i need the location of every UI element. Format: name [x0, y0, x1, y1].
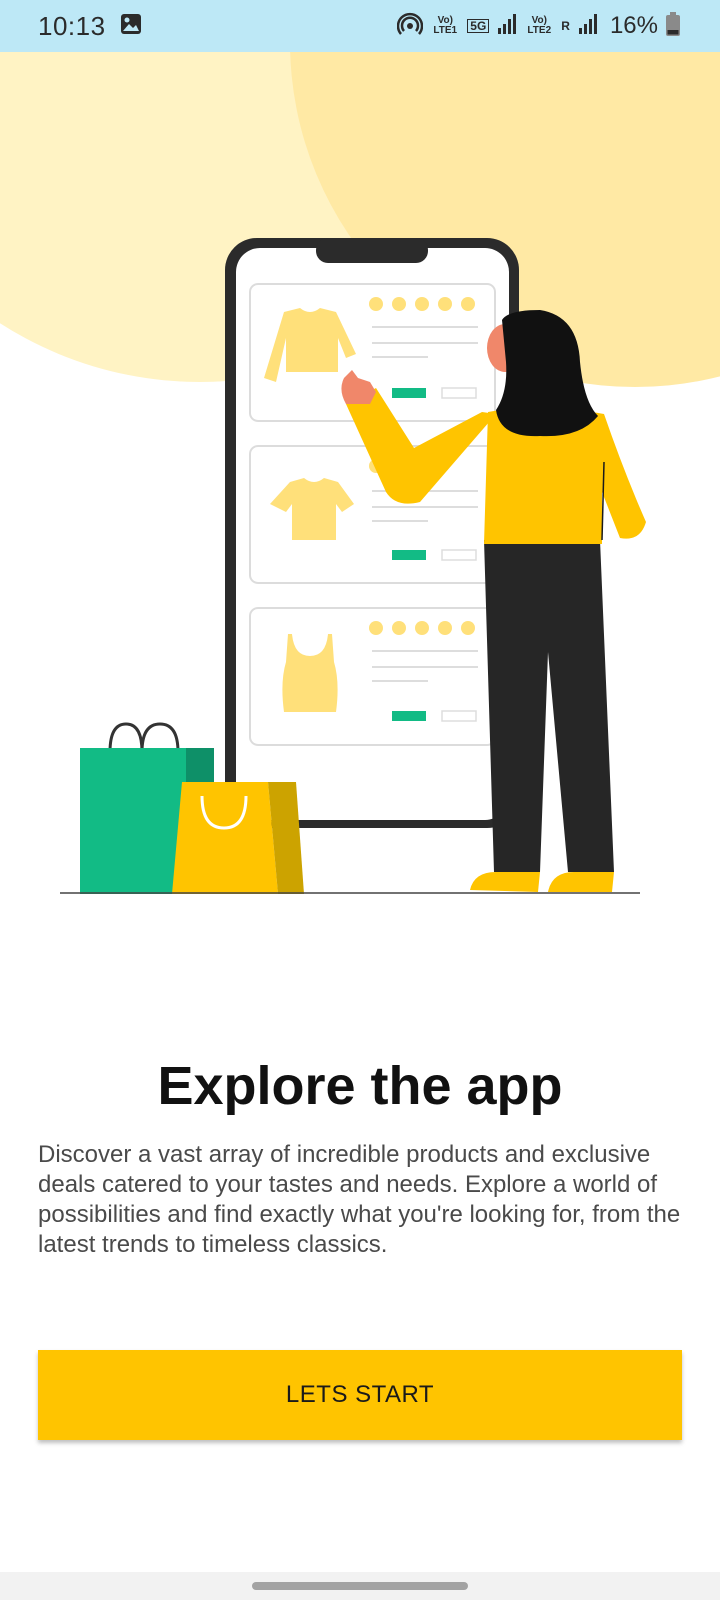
- battery-percent: 16%: [609, 12, 658, 39]
- network-lte1-label: Vo) LTE1: [433, 15, 458, 36]
- onboarding-description: Discover a vast array of incredible prod…: [38, 1141, 681, 1258]
- hotspot-icon: [397, 11, 424, 42]
- signal-icon: [497, 13, 517, 40]
- battery-icon: [666, 11, 680, 41]
- status-bar: 10:13 Vo) LTE1 5G Vo) LTE2 R 16%: [0, 0, 720, 52]
- status-right: Vo) LTE1 5G Vo) LTE2 R 16%: [397, 11, 680, 42]
- lets-start-button[interactable]: LETS START: [38, 1350, 682, 1440]
- home-gesture-handle[interactable]: [252, 1582, 468, 1590]
- status-time: 10:13: [38, 10, 106, 41]
- onboarding-screen: 10:13 Vo) LTE1 5G Vo) LTE2 R 16% Explore…: [0, 0, 720, 1600]
- signal-icon: [578, 13, 598, 40]
- onboarding-title: Explore the app: [157, 1056, 563, 1116]
- shopping-illustration: [0, 52, 720, 894]
- roaming-label: R: [561, 19, 570, 33]
- network-lte2-label: Vo) LTE2: [527, 15, 552, 36]
- product-card: [249, 607, 496, 746]
- navigation-bar: [0, 1572, 720, 1600]
- phone-graphic: [225, 238, 519, 828]
- status-left: 10:13: [38, 11, 142, 42]
- gallery-icon: [120, 13, 142, 40]
- network-5g-label: 5G: [467, 19, 490, 33]
- product-card: [249, 445, 496, 584]
